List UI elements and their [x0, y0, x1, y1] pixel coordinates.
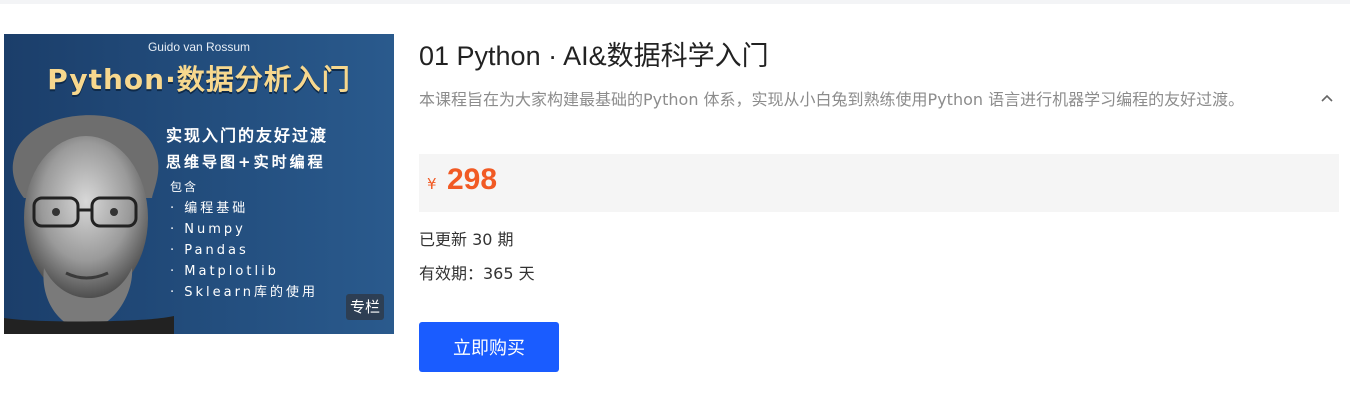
course-cover-image[interactable]: Guido van Rossum Python·数据分析入门 实现入门的友好过渡… [4, 34, 394, 334]
portrait-illustration [4, 115, 174, 334]
cover-topic-item: · Sklearn库的使用 [170, 285, 318, 300]
course-description: 本课程旨在为大家构建最基础的Python 体系，实现从小白兔到熟练使用Pytho… [419, 90, 1245, 109]
column-badge: 专栏 [345, 294, 384, 320]
course-title: 01 Python · AI&数据科学入门 [419, 41, 769, 71]
price-amount: 298 [447, 163, 498, 196]
update-count: 已更新 30 期 [419, 230, 514, 249]
validity-period: 有效期：365 天 [419, 264, 535, 283]
cover-tagline-1: 实现入门的友好过渡 [166, 126, 329, 145]
cover-topic-list: · 编程基础 · Numpy · Pandas · Matplotlib · S… [170, 198, 318, 303]
cover-topic-item: · Numpy [170, 222, 246, 237]
price-currency: ¥ [427, 175, 437, 193]
price-panel: ¥ 298 [419, 154, 1339, 212]
buy-now-button[interactable]: 立即购买 [419, 322, 559, 372]
cover-topic-item: · Pandas [170, 243, 249, 258]
cover-author: Guido van Rossum [147, 40, 251, 54]
cover-tagline-2: 思维导图+实时编程 [166, 153, 326, 171]
chevron-up-icon[interactable] [1319, 90, 1335, 106]
cover-title: Python·数据分析入门 [47, 63, 351, 96]
cover-topic-item: · 编程基础 [170, 201, 249, 216]
cover-topic-item: · Matplotlib [170, 264, 279, 279]
cover-contains-label: 包含 [170, 180, 199, 194]
top-divider [0, 0, 1350, 4]
